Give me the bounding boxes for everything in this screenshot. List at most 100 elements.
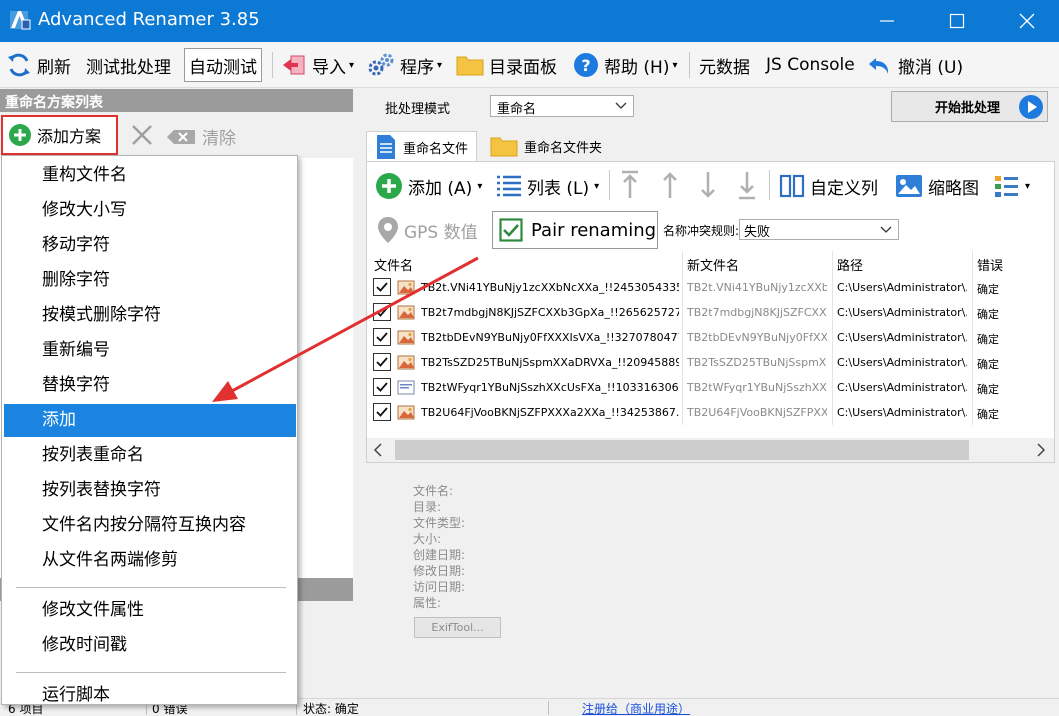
auto-test-toggle[interactable]: 自动测试 <box>184 48 262 82</box>
scroll-left-icon[interactable] <box>373 443 385 457</box>
move-up-icon[interactable] <box>660 170 680 200</box>
tab-rename-files[interactable]: 重命名文件 <box>366 131 478 162</box>
import-button[interactable]: 导入 ▾ <box>281 48 354 82</box>
table-row[interactable]: TB2U64FjVooBKNjSZFPXXXa2XXa_!!34253867.j… <box>368 400 1054 425</box>
registration-link[interactable]: 注册给（商业用途） <box>582 700 690 716</box>
svg-text:?: ? <box>581 56 590 75</box>
image-file-icon <box>397 305 415 320</box>
menu-item[interactable]: 移动字符 <box>4 229 296 262</box>
move-bottom-icon[interactable] <box>737 170 757 200</box>
scrollbar-thumb[interactable] <box>395 440 969 460</box>
row-checkbox[interactable] <box>373 328 391 346</box>
refresh-button[interactable]: 刷新 <box>6 48 71 82</box>
directory-panel-button[interactable]: 目录面板 <box>456 48 557 82</box>
menu-item[interactable]: 修改文件属性 <box>4 594 296 627</box>
checkmark-icon <box>376 307 388 317</box>
clear-icon <box>167 129 195 144</box>
undo-button[interactable]: 撤消 (U) <box>867 48 963 82</box>
cell-new-filename: TB2tbDEvN9YBuNjy0FfXX... <box>687 331 827 344</box>
cell-filename: TB2t.VNi41YBuNjy1zcXXbNcXXa_!!2453054335… <box>421 281 679 294</box>
property-label: 访问日期: <box>413 580 466 594</box>
toolbar-separator <box>609 170 610 200</box>
app-logo-icon <box>10 11 31 30</box>
delete-icon[interactable] <box>131 124 153 146</box>
help-dropdown-icon: ▾ <box>672 59 678 71</box>
property-label: 属性: <box>413 596 442 610</box>
checkbox-checked-icon <box>499 218 523 242</box>
close-button[interactable] <box>1004 0 1050 42</box>
refresh-label: 刷新 <box>37 57 71 78</box>
custom-columns-button[interactable]: 自定义列 <box>779 170 878 202</box>
start-batch-button[interactable]: 开始批处理 <box>891 91 1048 122</box>
list-icon <box>497 175 521 197</box>
gps-values-button[interactable]: GPS 数值 <box>377 214 478 246</box>
column-filename[interactable]: 文件名 <box>374 255 413 274</box>
cell-filename: TB2t7mdbgjN8KJjSZFCXXb3GpXa_!!2656257273… <box>421 306 679 319</box>
column-path[interactable]: 路径 <box>837 255 863 274</box>
cell-status: 确定 <box>977 408 999 421</box>
list-button[interactable]: 列表 (L) ▾ <box>496 170 599 202</box>
batch-mode-select[interactable]: 重命名 <box>490 95 634 117</box>
menu-item[interactable]: 修改大小写 <box>4 194 296 227</box>
test-batch-label: 测试批处理 <box>86 57 171 78</box>
menu-item[interactable]: 文件名内按分隔符互换内容 <box>4 509 296 542</box>
program-label: 程序 <box>400 57 434 78</box>
table-row[interactable]: TB2tbDEvN9YBuNjy0FfXXXIsVXa_!!3270780477… <box>368 325 1054 350</box>
table-row[interactable]: TB2TsSZD25TBuNjSspmXXaDRVXa_!!2094588926… <box>368 350 1054 375</box>
row-checkbox[interactable] <box>373 403 391 421</box>
auto-test-label: 自动测试 <box>189 57 257 78</box>
view-options-button[interactable]: ▾ <box>994 170 1030 202</box>
menu-item[interactable]: 按列表替换字符 <box>4 474 296 507</box>
import-icon <box>283 55 305 75</box>
move-down-icon[interactable] <box>698 170 718 200</box>
undo-icon <box>869 58 889 74</box>
column-error[interactable]: 错误 <box>977 255 1003 274</box>
status-text: 状态: 确定 <box>303 702 359 716</box>
menu-item[interactable]: 重新编号 <box>4 334 296 367</box>
row-checkbox[interactable] <box>373 353 391 371</box>
document-icon <box>377 135 395 159</box>
maximize-button[interactable] <box>934 0 980 42</box>
thumbnails-button[interactable]: 缩略图 <box>895 170 979 202</box>
help-button[interactable]: ? 帮助 (H) ▾ <box>573 48 677 82</box>
row-checkbox[interactable] <box>373 278 391 296</box>
horizontal-scrollbar[interactable] <box>367 438 1054 462</box>
conflict-rule-select[interactable]: 失败 <box>739 219 899 240</box>
close-icon <box>1019 13 1035 29</box>
menu-item[interactable]: 修改时间戳 <box>4 629 296 662</box>
metadata-button[interactable]: 元数据 <box>699 48 750 82</box>
menu-item[interactable]: 按模式删除字符 <box>4 299 296 332</box>
menu-item[interactable]: 从文件名两端修剪 <box>4 544 296 577</box>
toolbar-separator <box>689 52 690 78</box>
row-checkbox[interactable] <box>373 378 391 396</box>
menu-item[interactable]: 重构文件名 <box>4 159 296 192</box>
minimize-button[interactable] <box>864 0 910 42</box>
scroll-right-icon[interactable] <box>1034 443 1046 457</box>
main-toolbar: 刷新 测试批处理 自动测试 导入 ▾ 程序 ▾ 目录面板 ? 帮助 (H) ▾ … <box>0 42 1059 88</box>
add-scheme-button[interactable]: 添加方案 <box>1 115 118 155</box>
toolbar-separator <box>272 52 273 78</box>
program-button[interactable]: 程序 ▾ <box>367 48 442 82</box>
column-new-filename[interactable]: 新文件名 <box>687 255 739 274</box>
test-batch-button[interactable]: 测试批处理 <box>86 48 171 82</box>
add-icon <box>9 124 31 146</box>
tab-rename-files-label: 重命名文件 <box>403 141 469 157</box>
row-checkbox[interactable] <box>373 303 391 321</box>
menu-item[interactable]: 替换字符 <box>4 369 296 402</box>
move-top-icon[interactable] <box>620 170 640 200</box>
clear-button[interactable]: 清除 <box>166 124 236 149</box>
js-console-button[interactable]: JS Console <box>766 48 855 82</box>
menu-item[interactable]: 运行脚本 <box>4 679 296 712</box>
menu-item[interactable]: 删除字符 <box>4 264 296 297</box>
refresh-icon <box>8 53 30 77</box>
table-row[interactable]: TB2tWFyqr1YBuNjSszhXXcUsFXa_!!1033163065… <box>368 375 1054 400</box>
pair-renaming-toggle[interactable]: Pair renaming <box>492 211 658 249</box>
checkmark-icon <box>376 357 388 367</box>
tab-rename-folders[interactable]: 重命名文件夹 <box>482 131 610 161</box>
exiftool-button[interactable]: ExifTool... <box>414 617 501 638</box>
table-row[interactable]: TB2t.VNi41YBuNjy1zcXXbNcXXa_!!2453054335… <box>368 275 1054 300</box>
table-row[interactable]: TB2t7mdbgjN8KJjSZFCXXb3GpXa_!!2656257273… <box>368 300 1054 325</box>
menu-item[interactable]: 添加 <box>4 404 296 437</box>
menu-item[interactable]: 按列表重命名 <box>4 439 296 472</box>
add-files-button[interactable]: 添加 (A) ▾ <box>375 170 482 202</box>
